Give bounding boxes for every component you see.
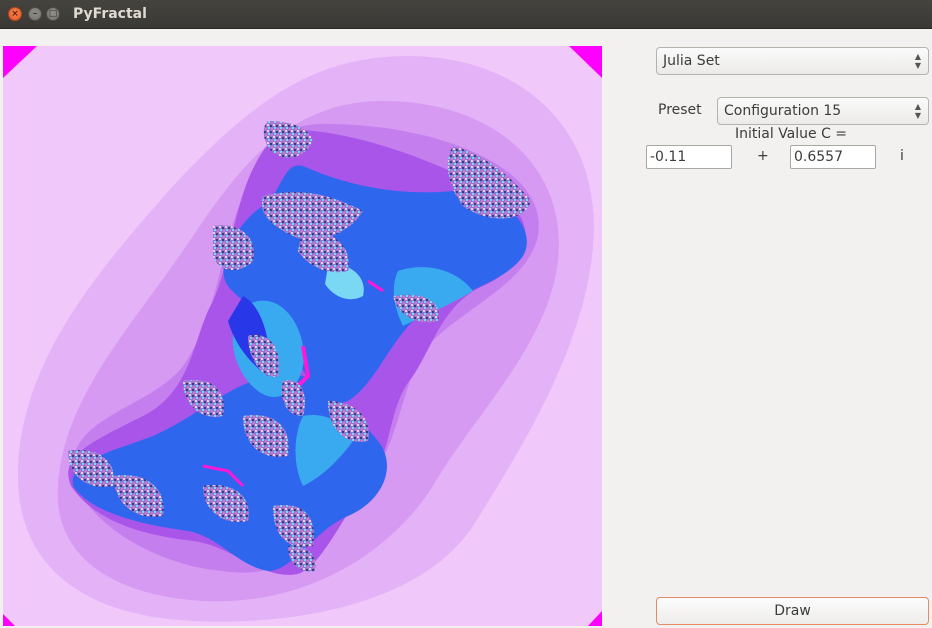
preset-select[interactable]: Configuration 15 ▲ ▼ (717, 97, 929, 125)
arrow-up-icon: ▲ (914, 52, 922, 61)
julia-set-image (3, 46, 602, 626)
corner-top-left (3, 46, 37, 78)
arrow-down-icon: ▼ (914, 61, 922, 70)
draw-button[interactable]: Draw (656, 597, 929, 625)
close-window-button[interactable]: × (8, 7, 22, 21)
fractal-type-value: Julia Set (663, 53, 720, 69)
maximize-window-button[interactable]: □ (46, 7, 60, 21)
initial-value-label: Initial Value C = (735, 126, 848, 142)
real-part-input[interactable]: -0.11 (646, 145, 732, 169)
imag-unit-label: i (900, 148, 904, 164)
title-bar: × – □ PyFractal (0, 0, 932, 29)
fractal-type-select[interactable]: Julia Set ▲ ▼ (656, 47, 929, 75)
imag-part-input[interactable]: 0.6557 (790, 145, 876, 169)
arrow-down-icon: ▼ (914, 111, 922, 120)
arrow-up-icon: ▲ (914, 102, 922, 111)
corner-bottom-right (588, 611, 602, 626)
preset-label: Preset (658, 102, 702, 118)
preset-value: Configuration 15 (724, 103, 842, 119)
minimize-window-button[interactable]: – (28, 7, 42, 21)
window-title: PyFractal (73, 6, 147, 22)
corner-bottom-left (3, 614, 15, 626)
maximize-icon: □ (48, 9, 58, 19)
updown-arrows-icon: ▲ ▼ (914, 48, 922, 74)
close-icon: × (11, 9, 19, 19)
plus-sign: + (757, 148, 769, 164)
corner-top-right (569, 46, 602, 78)
updown-arrows-icon: ▲ ▼ (914, 98, 922, 124)
fractal-canvas (3, 46, 602, 626)
minimize-icon: – (32, 9, 38, 19)
